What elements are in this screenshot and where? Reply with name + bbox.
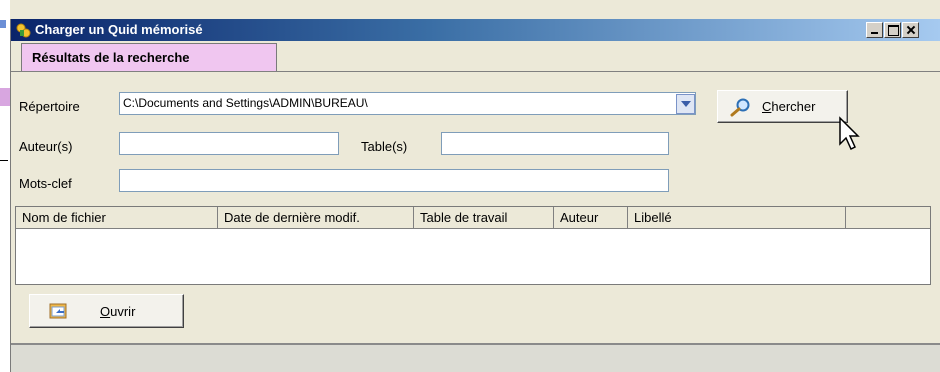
magnifier-icon xyxy=(730,98,750,117)
auteurs-label: Auteur(s) xyxy=(19,139,73,154)
column-header-table-travail[interactable]: Table de travail xyxy=(414,207,554,229)
grid-header: Nom de fichier Date de dernière modif. T… xyxy=(16,207,930,229)
column-header-extra[interactable] xyxy=(846,207,930,229)
desktop-background xyxy=(0,0,10,372)
background-mark xyxy=(0,88,10,106)
status-bar xyxy=(11,343,940,372)
dialog-window: Charger un Quid mémorisé Résultats de la… xyxy=(10,19,940,372)
title-bar[interactable]: Charger un Quid mémorisé xyxy=(11,19,940,41)
column-header-nom-fichier[interactable]: Nom de fichier xyxy=(16,207,218,229)
open-folder-icon xyxy=(49,303,67,319)
tables-label: Table(s) xyxy=(361,139,408,154)
column-header-libelle[interactable]: Libellé xyxy=(628,207,846,229)
close-button[interactable] xyxy=(902,22,919,38)
chercher-label: Chercher xyxy=(762,99,816,114)
ouvrir-label: Ouvrir xyxy=(100,304,136,319)
repertoire-label: Répertoire xyxy=(19,99,80,114)
motsclef-field[interactable] xyxy=(119,169,669,192)
ouvrir-button[interactable]: Ouvrir xyxy=(29,294,184,328)
column-header-date-modif[interactable]: Date de dernière modif. xyxy=(218,207,414,229)
app-icon xyxy=(16,23,31,38)
maximize-icon xyxy=(888,25,899,36)
chercher-button[interactable]: Chercher xyxy=(717,90,848,123)
background-mark xyxy=(0,160,8,161)
tab-resultats[interactable]: Résultats de la recherche xyxy=(21,43,277,71)
motsclef-label: Mots-clef xyxy=(19,176,72,191)
repertoire-field[interactable]: C:\Documents and Settings\ADMIN\BUREAU\ xyxy=(119,92,696,115)
auteurs-field[interactable] xyxy=(119,132,339,155)
results-grid[interactable]: Nom de fichier Date de dernière modif. T… xyxy=(15,206,931,285)
column-header-auteur[interactable]: Auteur xyxy=(554,207,628,229)
maximize-button[interactable] xyxy=(884,22,901,38)
tables-field[interactable] xyxy=(441,132,669,155)
window-title: Charger un Quid mémorisé xyxy=(35,22,203,37)
tab-divider xyxy=(11,71,940,72)
repertoire-dropdown-button[interactable] xyxy=(676,94,695,114)
minimize-button[interactable] xyxy=(866,22,883,38)
mouse-cursor-icon xyxy=(839,116,860,151)
minimize-icon xyxy=(871,32,878,34)
background-mark xyxy=(0,20,6,28)
